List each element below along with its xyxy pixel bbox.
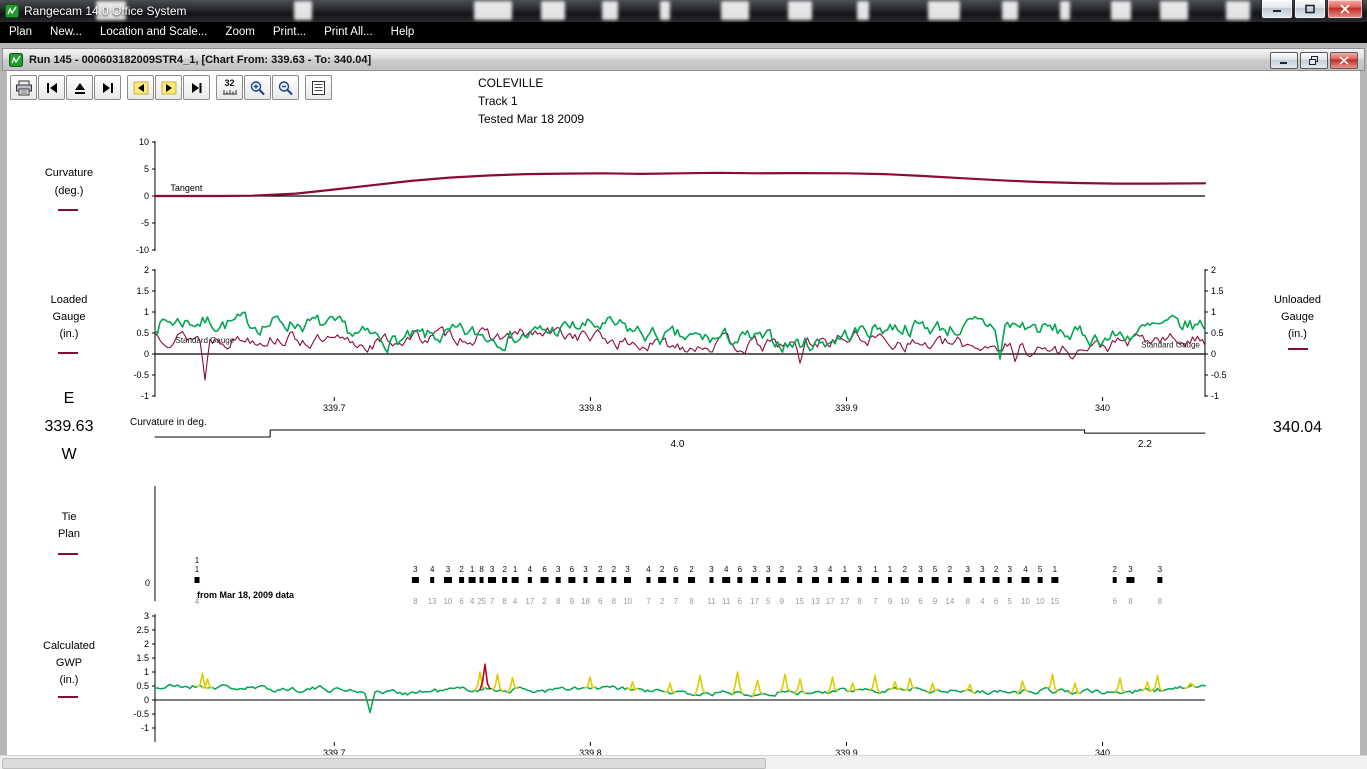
close-button[interactable] <box>1327 0 1363 19</box>
scrollbar-thumb[interactable] <box>2 758 766 769</box>
menu-bar: PlanNew...Location and Scale...ZoomPrint… <box>0 22 1367 43</box>
east-marker: E <box>4 390 134 408</box>
nav-up-icon <box>72 81 88 95</box>
gwp-unit: (in.) <box>4 674 134 686</box>
unloaded-gauge-label2: Gauge <box>1240 311 1355 323</box>
loaded-gauge-legend-swatch <box>58 352 78 354</box>
tie-plan-legend-swatch <box>58 553 78 555</box>
zoom-in-button[interactable] <box>244 75 271 100</box>
child-close-button[interactable] <box>1330 52 1358 69</box>
loaded-gauge-unit: (in.) <box>4 328 134 340</box>
application-window: Rangecam 14.0 Office System PlanNew...Lo… <box>0 0 1367 769</box>
curvature-label: Curvature <box>4 167 134 179</box>
glass-artifact <box>1002 1 1018 20</box>
nav-first-icon <box>44 81 60 95</box>
glass-artifact <box>294 1 312 20</box>
unloaded-gauge-legend-swatch <box>1288 348 1308 350</box>
unloaded-gauge-unit: (in.) <box>1240 328 1355 340</box>
gwp-label2: GWP <box>4 657 134 669</box>
chart-canvas <box>7 71 1360 755</box>
child-window-title: Run 145 - 000603182009STR4_1, [Chart Fro… <box>29 54 371 66</box>
loaded-gauge-label2: Gauge <box>4 311 134 323</box>
west-marker: W <box>4 446 134 464</box>
glass-artifact <box>660 1 670 20</box>
menu-item-new[interactable]: New... <box>41 22 91 43</box>
curvature-unit-label: (deg.) <box>4 185 134 197</box>
scale-32-icon: 32 <box>224 79 234 88</box>
menu-item-print[interactable]: Print... <box>264 22 315 43</box>
track-name: Track 1 <box>478 92 584 110</box>
tie-plan-label: Tie <box>4 511 134 523</box>
horizontal-scrollbar[interactable] <box>0 755 1367 769</box>
glass-artifact <box>1226 1 1250 20</box>
zoom-out-icon <box>277 80 294 96</box>
layout-icon <box>311 80 326 96</box>
print-button[interactable] <box>10 75 37 100</box>
test-date: Tested Mar 18 2009 <box>478 110 584 128</box>
child-restore-button[interactable] <box>1300 52 1328 69</box>
gwp-legend-swatch <box>58 696 78 698</box>
unloaded-gauge-label: Unloaded <box>1240 294 1355 306</box>
glass-artifact <box>928 1 960 20</box>
window-controls <box>1260 0 1363 19</box>
child-window-controls <box>1268 52 1358 69</box>
glass-artifact <box>721 1 749 20</box>
minimize-button[interactable] <box>1261 0 1293 19</box>
glass-artifact <box>1160 1 1188 20</box>
nav-last-icon <box>189 81 205 95</box>
step-back-icon <box>133 81 149 95</box>
maximize-button[interactable] <box>1294 0 1326 19</box>
app-icon <box>5 4 19 18</box>
app-titlebar: Rangecam 14.0 Office System <box>0 0 1367 23</box>
menu-item-plan[interactable]: Plan <box>0 22 41 43</box>
glass-artifact <box>474 1 512 20</box>
gwp-label: Calculated <box>4 640 134 652</box>
app-title: Rangecam 14.0 Office System <box>24 4 187 18</box>
toolbar: 32 <box>10 75 333 100</box>
menu-item-location-and-scale[interactable]: Location and Scale... <box>91 22 216 43</box>
end-mile-marker: 340.04 <box>1240 419 1355 437</box>
menu-item-print-all[interactable]: Print All... <box>315 22 382 43</box>
scale-32-button[interactable]: 32 <box>216 75 243 100</box>
menu-item-help[interactable]: Help <box>382 22 424 43</box>
step-forward-button[interactable] <box>155 75 182 100</box>
glass-artifact <box>1111 1 1131 20</box>
step-back-button[interactable] <box>127 75 154 100</box>
glass-artifact <box>541 1 565 20</box>
printer-icon <box>15 80 33 96</box>
nav-up-button[interactable] <box>66 75 93 100</box>
zoom-out-button[interactable] <box>272 75 299 100</box>
chart-header: COLEVILLE Track 1 Tested Mar 18 2009 <box>478 74 584 128</box>
glass-artifact <box>1060 1 1070 20</box>
location-name: COLEVILLE <box>478 74 584 92</box>
start-mile-marker: 339.63 <box>4 418 134 436</box>
nav-last-button[interactable] <box>183 75 210 100</box>
glass-artifact <box>788 1 812 20</box>
zoom-in-icon <box>249 80 266 96</box>
nav-next-icon <box>100 81 116 95</box>
child-window-titlebar[interactable]: Run 145 - 000603182009STR4_1, [Chart Fro… <box>2 48 1365 71</box>
loaded-gauge-label: Loaded <box>4 294 134 306</box>
child-minimize-button[interactable] <box>1270 52 1298 69</box>
nav-first-button[interactable] <box>38 75 65 100</box>
run-window-icon <box>9 53 23 67</box>
nav-next-button[interactable] <box>94 75 121 100</box>
curvature-legend-swatch <box>58 209 78 211</box>
glass-artifact <box>857 1 869 20</box>
glass-artifact <box>602 1 618 20</box>
step-forward-icon <box>161 81 177 95</box>
menu-item-zoom[interactable]: Zoom <box>216 22 263 43</box>
tie-plan-label2: Plan <box>4 528 134 540</box>
layout-button[interactable] <box>305 75 332 100</box>
